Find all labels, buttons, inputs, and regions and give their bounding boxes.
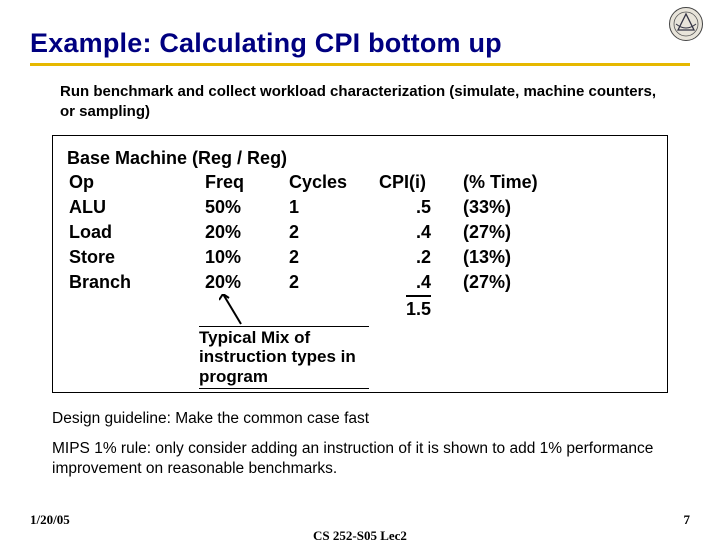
cell-time: (27%) [463,220,511,244]
footer-date: 1/20/05 [30,512,70,528]
col-freq: Freq [205,170,244,194]
cell-time: (13%) [463,245,511,269]
table-row: Store 10% 2 .2 (13%) [67,245,653,270]
total-cpi: 1.5 [379,295,431,321]
table-row: Load 20% 2 .4 (27%) [67,220,653,245]
cell-op: ALU [69,195,106,219]
cell-cpi: .4 [379,220,431,244]
cell-cycles: 2 [289,245,299,269]
cell-freq: 20% [205,220,241,244]
cell-op: Load [69,220,112,244]
cell-cpi: .2 [379,245,431,269]
col-cpi: CPI(i) [379,170,431,194]
cell-cpi: .4 [379,270,431,294]
cell-cycles: 2 [289,220,299,244]
footer-course: CS 252-S05 Lec2 [0,528,720,540]
table-row: ALU 50% 1 .5 (33%) [67,195,653,220]
subtitle: Run benchmark and collect workload chara… [60,82,660,123]
mix-annotation: Typical Mix of instruction types in prog… [199,326,369,390]
design-guideline: Design guideline: Make the common case f… [52,409,668,429]
table-row: Branch 20% 2 .4 (27%) [67,270,653,295]
cpi-table: Base Machine (Reg / Reg) Op Freq Cycles … [52,135,668,393]
table-column-headers: Op Freq Cycles CPI(i) (% Time) [67,170,653,195]
col-op: Op [69,170,94,194]
cell-cycles: 2 [289,270,299,294]
cell-cycles: 1 [289,195,299,219]
mips-rule: MIPS 1% rule: only consider adding an in… [52,439,668,479]
cell-freq: 20% [205,270,241,294]
col-time: (% Time) [463,170,538,194]
cell-op: Store [69,245,115,269]
slide: Example: Calculating CPI bottom up Run b… [0,0,720,540]
cell-time: (33%) [463,195,511,219]
cell-freq: 10% [205,245,241,269]
cell-freq: 50% [205,195,241,219]
col-cycles: Cycles [289,170,347,194]
cell-cpi: .5 [379,195,431,219]
slide-title: Example: Calculating CPI bottom up [30,28,690,59]
cell-op: Branch [69,270,131,294]
university-seal-icon [668,6,704,42]
title-underline [30,63,690,66]
table-header-line: Base Machine (Reg / Reg) [67,146,653,170]
table-total-row: 1.5 [67,295,653,320]
footer-page: 7 [684,512,691,528]
cell-time: (27%) [463,270,511,294]
